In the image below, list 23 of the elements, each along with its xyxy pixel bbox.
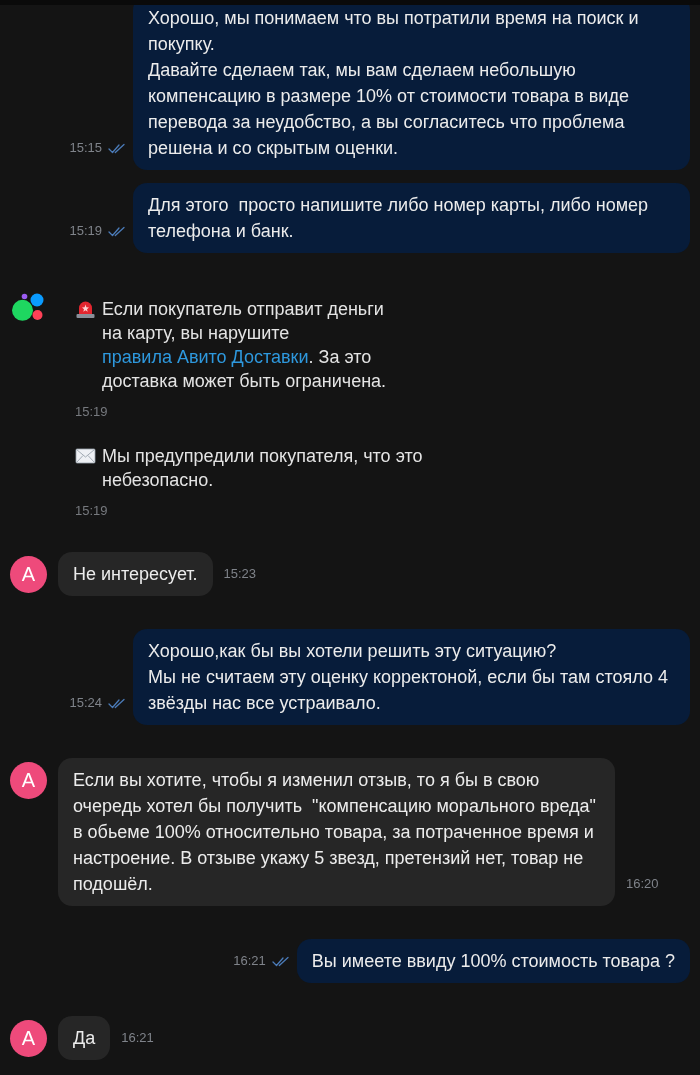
message-time: 15:19 bbox=[75, 503, 108, 519]
system-message: Если покупатель отправит деньги на карту, вы нарушите правила Авито Доставки. За это доставка может быть ограничена. bbox=[102, 298, 388, 393]
avatar: A bbox=[10, 1020, 47, 1057]
message-time: 16:20 bbox=[626, 876, 659, 892]
message-bubble: Хорошо, мы понимаем что вы потратили время на поиск и покупку. Давайте сделаем так, мы вам сделаем небольшую компенсацию в размере 10% от стоимости товара в виде перевода за неудобство, а вы согласитесь что проблема решена и со скрытым оценки. bbox=[133, 5, 690, 170]
rules-link[interactable]: правила Авито Доставки bbox=[102, 347, 309, 367]
message-bubble: Не интересует. bbox=[58, 552, 213, 596]
system-message: Мы предупредили покупателя, что это небезопасно. bbox=[102, 445, 424, 492]
message-time: 16:21 bbox=[233, 953, 266, 969]
envelope-icon bbox=[75, 445, 96, 466]
avatar: A bbox=[10, 762, 47, 799]
message-time: 15:19 bbox=[69, 223, 102, 239]
message-time: 16:21 bbox=[121, 1030, 154, 1046]
message-bubble: Для этого просто напишите либо номер карты, либо номер телефона и банк. bbox=[133, 183, 690, 253]
message-bubble: Хорошо,как бы вы хотели решить эту ситуацию? Мы не считаем эту оценку корректоной, если бы там стояло 4 звёзды нас все устраивало. bbox=[133, 629, 690, 725]
message-bubble: Вы имеете ввиду 100% стоимость товара ? bbox=[296, 939, 690, 983]
message-bubble: Да bbox=[58, 1016, 111, 1060]
message-bubble: Если вы хотите, чтобы я изменил отзыв, то я бы в свою очередь хотел бы получить "компенсацию морального вреда" в обьеме 100% относительно товара, за потраченное время и настроение. В отзыве укажу 5 звезд, претензий нет, товар не подошёл. bbox=[58, 758, 615, 906]
message-time: 15:15 bbox=[69, 140, 102, 156]
message-time: 15:19 bbox=[75, 404, 108, 420]
avatar: A bbox=[10, 556, 47, 593]
message-time: 15:23 bbox=[223, 566, 257, 582]
message-time: 15:24 bbox=[69, 695, 102, 711]
